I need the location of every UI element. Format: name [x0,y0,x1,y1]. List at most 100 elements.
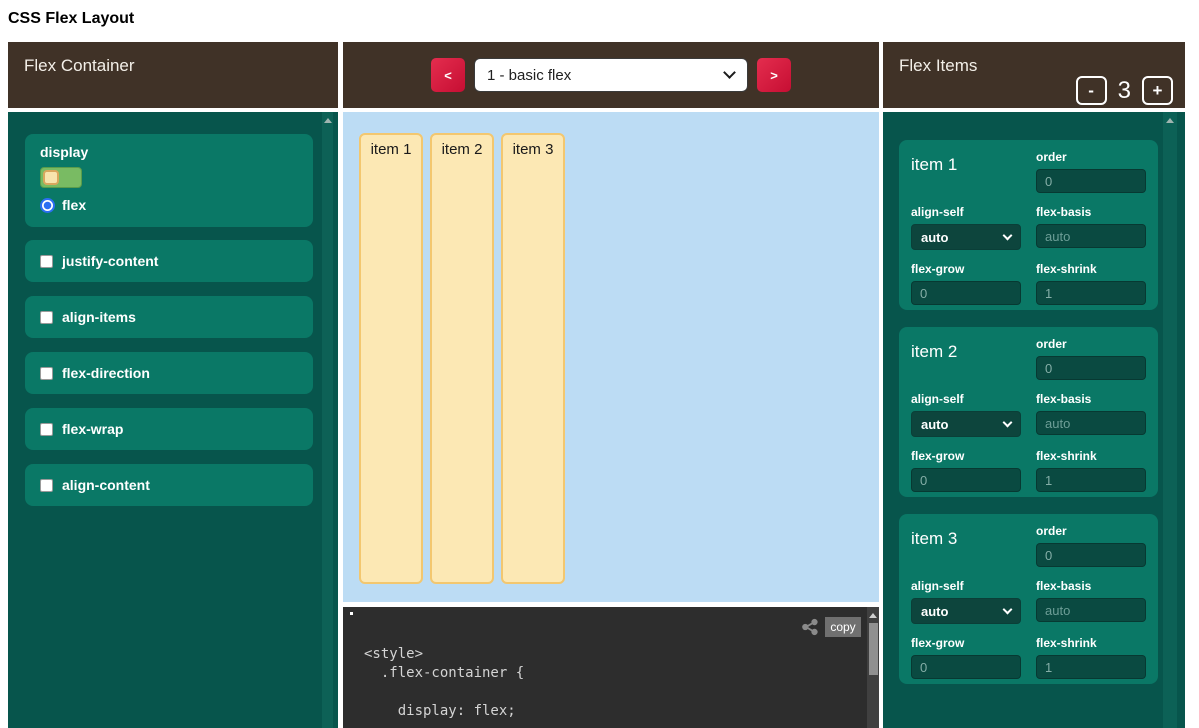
flex-radio[interactable] [40,198,55,213]
order-label: order [1036,524,1146,538]
preview-item-2: item 2 [430,133,494,584]
item-3-card: item 3 order align-self auto flex-basis [899,514,1158,684]
code-panel: copy <style> .flex-container { display: … [343,607,879,728]
flex-container-panel: Flex Container display flex justify-cont… [8,42,338,728]
scroll-up-icon[interactable] [1166,118,1174,123]
item-2-align-self-select[interactable]: auto [911,411,1021,437]
flex-shrink-label: flex-shrink [1036,636,1146,650]
copy-button[interactable]: copy [825,617,861,637]
item-2-card: item 2 order align-self auto flex-basis [899,327,1158,497]
item-2-flex-grow-field: flex-grow [911,449,1021,492]
flex-direction-label: flex-direction [62,365,150,381]
flex-items-header: Flex Items - 3 + [883,42,1185,108]
align-content-label: align-content [62,477,150,493]
flex-wrap-label: flex-wrap [62,421,123,437]
flex-basis-label: flex-basis [1036,579,1146,593]
display-label: display [40,144,298,160]
flex-container-body: display flex justify-content align-items [8,112,338,728]
property-card-align-content: align-content [25,464,313,506]
align-self-label: align-self [911,579,1021,593]
code-scrollbar[interactable] [867,607,879,728]
code-text: <style> .flex-container { display: flex; [364,645,524,721]
prev-example-button[interactable]: < [431,58,465,92]
align-items-checkbox[interactable] [40,311,53,324]
item-2-name: item 2 [911,337,1021,380]
display-card: display flex [25,134,313,227]
item-1-flex-shrink-field: flex-shrink [1036,262,1146,305]
flex-grow-label: flex-grow [911,636,1021,650]
preview-panel: < 1 - basic flex > item 1 item 2 item 3 [343,42,879,728]
preview-item-3: item 3 [501,133,565,584]
share-icon[interactable] [801,618,819,636]
left-panel-scrollbar-track [322,112,333,728]
next-example-button[interactable]: > [757,58,791,92]
flex-items-body: item 1 order align-self auto flex-basis [883,112,1185,728]
item-count: 3 [1118,77,1131,105]
align-self-label: align-self [911,392,1021,406]
item-1-card: item 1 order align-self auto flex-basis [899,140,1158,310]
increase-items-button[interactable]: + [1142,76,1173,105]
flex-direction-checkbox[interactable] [40,367,53,380]
flex-items-title: Flex Items [899,56,977,76]
flex-wrap-checkbox[interactable] [40,423,53,436]
item-3-flex-grow-input[interactable] [911,655,1021,679]
item-2-flex-basis-input[interactable] [1036,411,1146,435]
decrease-items-button[interactable]: - [1076,76,1107,105]
item-3-name: item 3 [911,524,1021,567]
item-3-flex-basis-field: flex-basis [1036,579,1146,624]
property-card-justify-content: justify-content [25,240,313,282]
item-3-flex-basis-input[interactable] [1036,598,1146,622]
item-2-order-input[interactable] [1036,356,1146,380]
item-count-controls: - 3 + [1076,76,1173,105]
code-scrollbar-thumb[interactable] [869,623,878,675]
scroll-up-icon[interactable] [324,118,332,123]
item-2-flex-shrink-field: flex-shrink [1036,449,1146,492]
item-1-flex-basis-input[interactable] [1036,224,1146,248]
item-3-align-self-select[interactable]: auto [911,598,1021,624]
flex-items-panel: Flex Items - 3 + item 1 order align-self [883,42,1185,728]
order-label: order [1036,337,1146,351]
flex-grow-label: flex-grow [911,449,1021,463]
property-card-flex-direction: flex-direction [25,352,313,394]
flex-preview-container: item 1 item 2 item 3 [343,112,879,602]
flex-container-title: Flex Container [24,56,135,76]
left-panel-scrollbar[interactable] [322,112,333,728]
item-2-align-self-wrap: auto [911,411,1021,437]
item-1-name: item 1 [911,150,1021,193]
item-1-order-input[interactable] [1036,169,1146,193]
item-2-flex-grow-input[interactable] [911,468,1021,492]
align-content-checkbox[interactable] [40,479,53,492]
item-1-flex-grow-field: flex-grow [911,262,1021,305]
justify-content-checkbox[interactable] [40,255,53,268]
item-1-align-self-field: align-self auto [911,205,1021,250]
item-3-order-input[interactable] [1036,543,1146,567]
justify-content-label: justify-content [62,253,158,269]
property-card-flex-wrap: flex-wrap [25,408,313,450]
flex-shrink-label: flex-shrink [1036,262,1146,276]
preview-item-1: item 1 [359,133,423,584]
preview-header: < 1 - basic flex > [343,42,879,108]
order-label: order [1036,150,1146,164]
item-2-flex-shrink-input[interactable] [1036,468,1146,492]
item-2-order-field: order [1036,337,1146,380]
item-1-align-self-wrap: auto [911,224,1021,250]
item-1-flex-shrink-input[interactable] [1036,281,1146,305]
item-3-align-self-field: align-self auto [911,579,1021,624]
flex-basis-label: flex-basis [1036,205,1146,219]
item-3-order-field: order [1036,524,1146,567]
property-card-align-items: align-items [25,296,313,338]
item-1-order-field: order [1036,150,1146,193]
flex-grow-label: flex-grow [911,262,1021,276]
scroll-up-icon[interactable] [869,613,877,618]
item-3-flex-shrink-field: flex-shrink [1036,636,1146,679]
item-3-flex-shrink-input[interactable] [1036,655,1146,679]
example-select[interactable]: 1 - basic flex [474,58,748,92]
display-flex-option: flex [40,197,298,213]
item-1-align-self-select[interactable]: auto [911,224,1021,250]
display-toggle[interactable] [40,167,82,188]
right-panel-scrollbar[interactable] [1163,112,1177,728]
page-title: CSS Flex Layout [8,10,134,28]
app-window: CSS Flex Layout Flex Container display f… [0,0,1199,728]
item-1-flex-grow-input[interactable] [911,281,1021,305]
code-panel-dot [350,612,353,615]
